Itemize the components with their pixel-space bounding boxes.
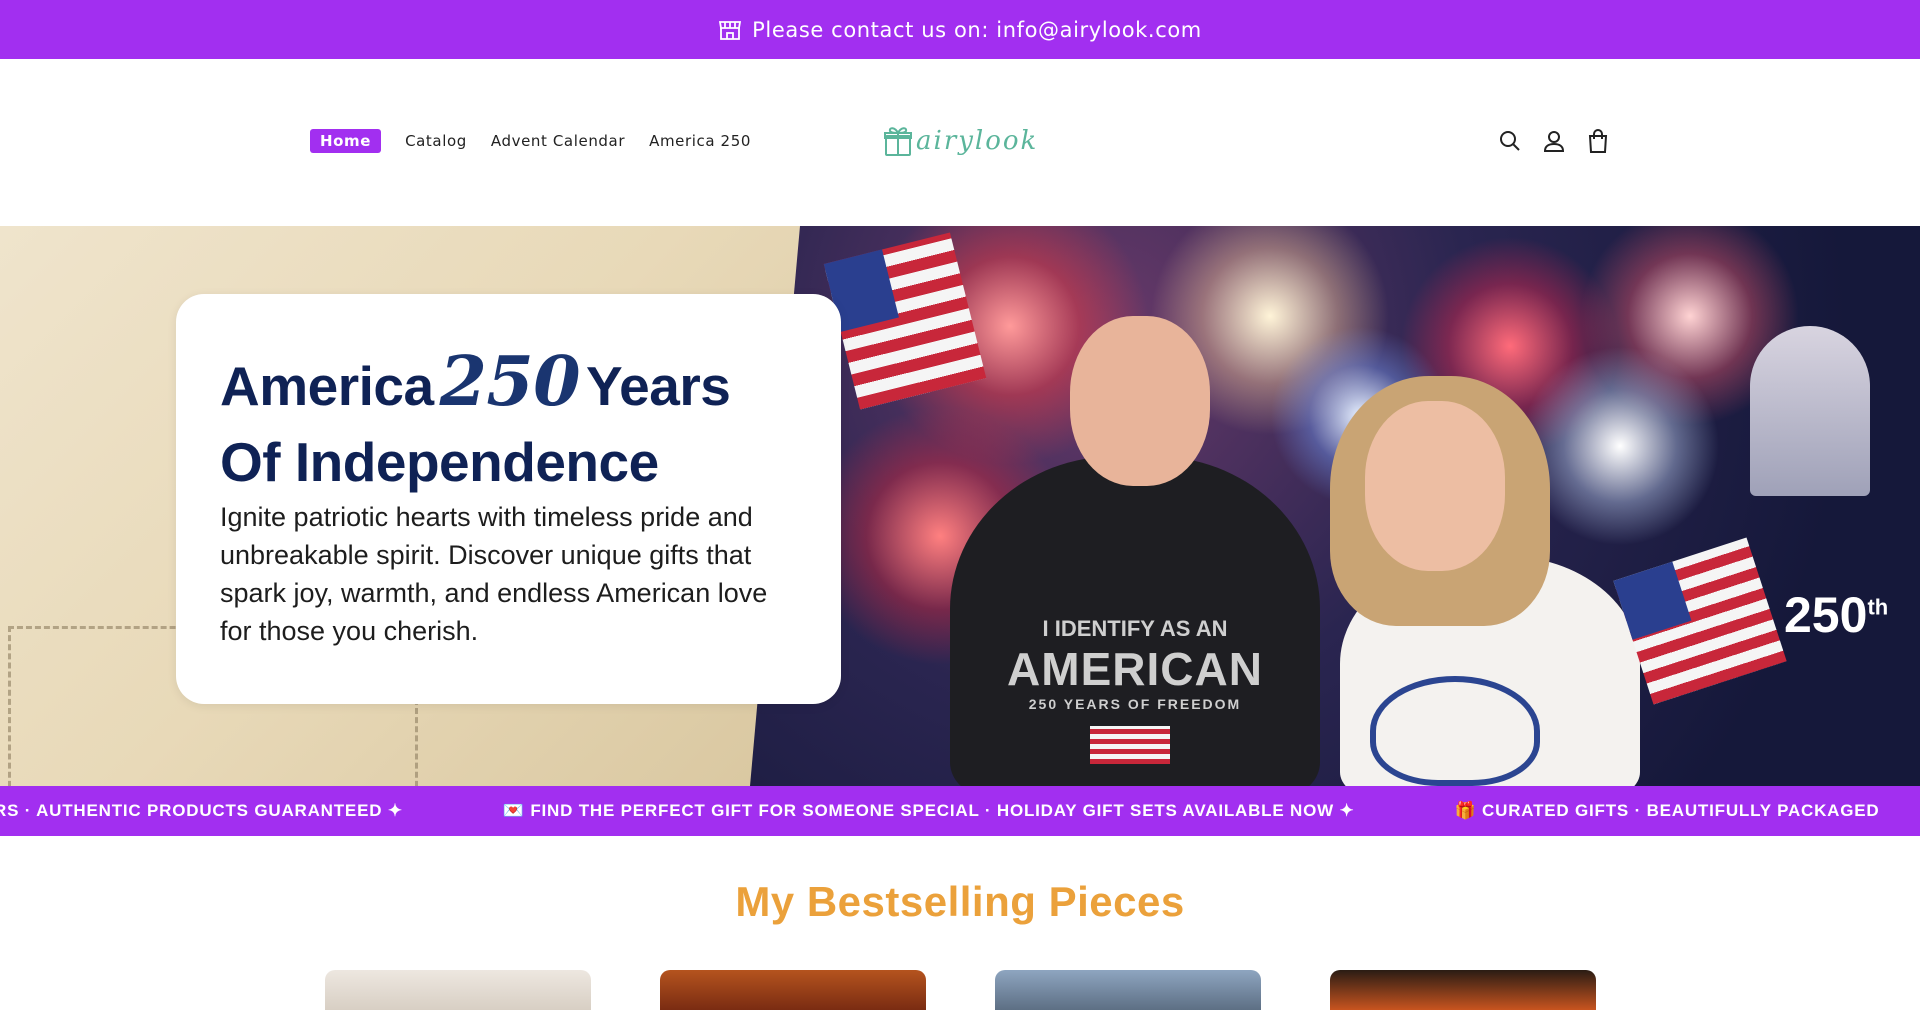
site-logo[interactable]: airylook (884, 125, 1038, 157)
product-card[interactable] (660, 970, 926, 1010)
badge-number: 250 (1784, 587, 1868, 643)
headline-independence: Of Independence (220, 431, 659, 493)
marquee-track: RS · AUTHENTIC PRODUCTS GUARANTEED ✦ 💌 F… (0, 786, 1920, 836)
bestsellers-title: My Bestselling Pieces (735, 878, 1185, 925)
product-card[interactable] (995, 970, 1261, 1010)
product-card[interactable] (325, 970, 591, 1010)
hero-banner[interactable]: I IDENTIFY AS AN AMERICAN 250 YEARS OF F… (0, 226, 1920, 786)
hero-fireworks-photo: I IDENTIFY AS AN AMERICAN 250 YEARS OF F… (750, 226, 1920, 786)
headline-america: America (220, 355, 434, 417)
logo-text: airylook (916, 126, 1039, 156)
woman-face (1365, 401, 1505, 571)
hoodie-line2: AMERICAN (1007, 643, 1263, 695)
product-card[interactable] (1330, 970, 1596, 1010)
search-icon[interactable] (1498, 129, 1522, 153)
250th-badge: 250th (1784, 586, 1888, 644)
marquee-message: RS · AUTHENTIC PRODUCTS GUARANTEED ✦ (0, 801, 403, 820)
gift-box-icon (884, 127, 912, 156)
promo-marquee: RS · AUTHENTIC PRODUCTS GUARANTEED ✦ 💌 F… (0, 786, 1920, 836)
header-icons (1498, 129, 1630, 153)
nav-catalog[interactable]: Catalog (405, 132, 467, 150)
hero-headline: America250 Years Of Independence (220, 344, 820, 500)
store-icon (719, 20, 742, 40)
heart-print (1370, 676, 1540, 786)
product-grid (325, 970, 1665, 1010)
man-face (1070, 316, 1210, 486)
cart-bag-icon[interactable] (1586, 129, 1610, 153)
marquee-message: 🎁 CURATED GIFTS · BEAUTIFULLY PACKAGED (1454, 801, 1880, 820)
capitol-building (1750, 326, 1870, 496)
account-icon[interactable] (1542, 129, 1566, 153)
announcement-text: Please contact us on: info@airylook.com (752, 17, 1202, 42)
shirt-flag-print (1090, 726, 1170, 764)
hoodie-text: I IDENTIFY AS AN AMERICAN 250 YEARS OF F… (1000, 616, 1270, 712)
nav-america-250[interactable]: America 250 (649, 132, 751, 150)
nav-advent-calendar[interactable]: Advent Calendar (491, 132, 625, 150)
marquee-message: 💌 FIND THE PERFECT GIFT FOR SOMEONE SPEC… (502, 801, 1355, 820)
hoodie-line3: 250 YEARS OF FREEDOM (1028, 696, 1242, 712)
hero-text-card: America250 Years Of Independence Ignite p… (176, 294, 841, 704)
headline-years: Years (586, 355, 731, 417)
site-header: Home Catalog Advent Calendar America 250… (0, 59, 1920, 226)
hero-body-text: Ignite patriotic hearts with timeless pr… (220, 502, 768, 646)
nav-home[interactable]: Home (310, 129, 382, 153)
hoodie-line1: I IDENTIFY AS AN (1042, 616, 1228, 641)
main-nav: Home Catalog Advent Calendar America 250 (310, 129, 775, 153)
headline-250-emblem: 250 (439, 342, 581, 422)
announcement-bar: Please contact us on: info@airylook.com (0, 0, 1920, 59)
badge-suffix: th (1867, 594, 1889, 620)
